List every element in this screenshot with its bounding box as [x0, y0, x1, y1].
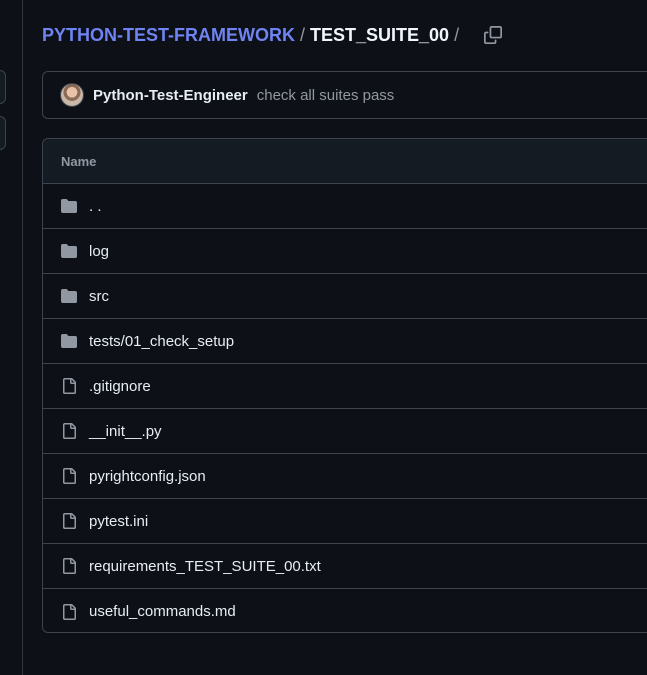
file-directory-fill-icon — [60, 242, 78, 260]
latest-commit-bar: Python-Test-Engineer check all suites pa… — [42, 71, 647, 119]
row-name-link[interactable]: src — [89, 288, 109, 305]
file-row[interactable]: useful_commands.md — [43, 589, 647, 632]
file-row[interactable]: pytest.ini — [43, 499, 647, 544]
file-row[interactable]: .gitignore — [43, 364, 647, 409]
file-icon — [60, 557, 78, 575]
folder-row[interactable]: log — [43, 229, 647, 274]
row-name-link[interactable]: pyrightconfig.json — [89, 468, 206, 485]
file-directory-fill-icon — [60, 197, 78, 215]
row-name-link[interactable]: . . — [89, 198, 102, 215]
row-name-link[interactable]: log — [89, 243, 109, 260]
file-icon — [60, 422, 78, 440]
row-name-link[interactable]: useful_commands.md — [89, 603, 236, 620]
file-directory-fill-icon — [60, 287, 78, 305]
breadcrumb-repo-link[interactable]: PYTHON-TEST-FRAMEWORK — [42, 25, 295, 46]
file-directory-fill-icon — [60, 332, 78, 350]
file-icon — [60, 467, 78, 485]
file-table: Name . . log src tests/01_check_setup .gitig… — [42, 138, 647, 633]
row-name-link[interactable]: pytest.ini — [89, 513, 148, 530]
page: PYTHON-TEST-FRAMEWORK / TEST_SUITE_00 / … — [0, 0, 647, 675]
sidebar-button[interactable] — [0, 70, 6, 104]
row-name-link[interactable]: requirements_TEST_SUITE_00.txt — [89, 558, 321, 575]
breadcrumb-separator: / — [299, 24, 305, 45]
folder-row[interactable]: . . — [43, 184, 647, 229]
commit-author-link[interactable]: Python-Test-Engineer — [93, 87, 248, 104]
file-row[interactable]: requirements_TEST_SUITE_00.txt — [43, 544, 647, 589]
sidebar-edge — [0, 0, 23, 675]
folder-row[interactable]: tests/01_check_setup — [43, 319, 647, 364]
breadcrumb: PYTHON-TEST-FRAMEWORK / TEST_SUITE_00 / — [42, 22, 504, 48]
sidebar-button[interactable] — [0, 116, 6, 150]
folder-row[interactable]: src — [43, 274, 647, 319]
file-row[interactable]: pyrightconfig.json — [43, 454, 647, 499]
copy-path-button[interactable] — [482, 24, 504, 46]
file-row[interactable]: __init__.py — [43, 409, 647, 454]
commit-message-link[interactable]: check all suites pass — [257, 87, 395, 104]
row-name-link[interactable]: .gitignore — [89, 378, 151, 395]
row-name-link[interactable]: __init__.py — [89, 423, 162, 440]
file-rows: . . log src tests/01_check_setup .gitignore _… — [43, 184, 647, 632]
file-icon — [60, 512, 78, 530]
breadcrumb-current: TEST_SUITE_00 — [310, 24, 450, 45]
file-icon — [60, 377, 78, 395]
avatar[interactable] — [60, 83, 84, 107]
row-name-link[interactable]: tests/01_check_setup — [89, 333, 234, 350]
table-header-name: Name — [43, 139, 647, 184]
breadcrumb-separator: / — [454, 24, 460, 45]
file-icon — [60, 603, 78, 621]
copy-icon — [484, 26, 503, 44]
